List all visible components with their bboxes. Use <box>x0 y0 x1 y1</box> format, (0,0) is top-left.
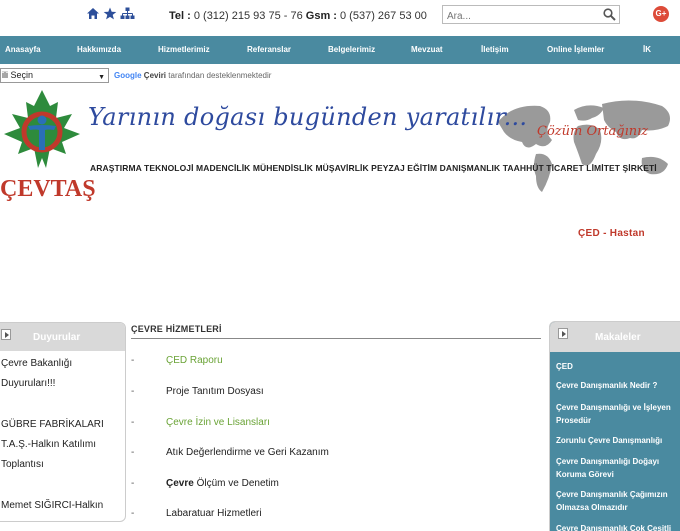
service-link-labaratuar[interactable]: Labaratuar Hizmetleri <box>166 508 262 519</box>
language-select[interactable]: ili Seçin ▼ <box>0 68 109 83</box>
nav-belgelerimiz[interactable]: Belgelerimiz <box>328 45 375 54</box>
main-nav: Anasayfa Hakkımızda Hizmetlerimiz Refera… <box>0 36 680 64</box>
service-link-cevre-izin[interactable]: Çevre İzin ve Lisansları <box>166 417 270 428</box>
nav-mevzuat[interactable]: Mevzuat <box>411 45 443 54</box>
nav-anasayfa[interactable]: Anasayfa <box>5 45 41 54</box>
duyurular-title: Duyurular <box>33 332 81 343</box>
phone-number[interactable]: 0 (312) 215 93 75 - 76 <box>191 10 306 22</box>
phone-label: Tel : <box>169 10 191 22</box>
duyurular-panel: Duyurular Çevre Bakanlığı Duyuruları!!! … <box>0 322 126 522</box>
announcement-item[interactable]: Duyuruları!!! <box>1 378 55 389</box>
slogan: Yarının doğası bugünden yaratılır... <box>88 103 528 131</box>
makaleler-header: Makaleler <box>550 322 680 352</box>
translate-ceviri: Çeviri <box>143 71 167 80</box>
article-link[interactable]: Çevre Danışmanlık Çağımızın Olmazsa Olma… <box>556 488 680 514</box>
star-icon[interactable] <box>103 7 117 20</box>
makaleler-panel: Makaleler ÇED Çevre Danışmanlık Nedir ? … <box>549 321 680 531</box>
google-plus-icon[interactable]: G+ <box>653 6 669 22</box>
search-input[interactable] <box>443 8 593 25</box>
slogan-secondary: Çözüm Ortağınız <box>537 124 649 139</box>
language-select-value: ili Seçin <box>2 70 34 80</box>
cevre-hizmetleri-title: ÇEVRE HİZMETLERİ <box>131 324 222 334</box>
nav-referanslar[interactable]: Referanslar <box>247 45 291 54</box>
nav-hizmetlerimiz[interactable]: Hizmetlerimiz <box>158 45 210 54</box>
sitemap-icon[interactable] <box>120 7 135 20</box>
service-link-olcum[interactable]: Çevre Ölçüm ve Denetim <box>166 478 279 489</box>
article-link[interactable]: Zorunlu Çevre Danışmanlığı <box>556 434 680 447</box>
contact-phones: Tel : 0 (312) 215 93 75 - 76 Gsm : 0 (53… <box>169 10 427 22</box>
service-link-ced-raporu[interactable]: ÇED Raporu <box>166 355 223 366</box>
article-link[interactable]: Çevre Danışmanlık Çok Çeşitli <box>556 522 680 531</box>
dropdown-arrow-icon: ▼ <box>98 74 105 81</box>
panel-arrow-icon[interactable] <box>558 328 568 339</box>
service-link-atik[interactable]: Atık Değerlendirme ve Geri Kazanım <box>166 447 329 458</box>
article-link[interactable]: Çevre Danışmanlık Nedir ? <box>556 379 680 392</box>
google-translate-bar: ili Seçin ▼ Google Çeviri tarafından des… <box>0 68 271 83</box>
announcement-item[interactable]: GÜBRE FABRİKALARI <box>1 419 104 430</box>
announcement-item[interactable]: Memet SIĞIRCI-Halkın <box>1 500 103 511</box>
top-icons <box>86 7 135 20</box>
translate-provided: tarafından desteklenmektedir <box>168 71 272 80</box>
cevtas-logo-icon[interactable] <box>2 88 82 183</box>
makaleler-title: Makaleler <box>595 332 641 343</box>
article-link[interactable]: ÇED <box>556 360 680 373</box>
gsm-label: Gsm : <box>305 10 337 22</box>
service-link-proje-tanitim[interactable]: Proje Tanıtım Dosyası <box>166 386 264 397</box>
nav-ik[interactable]: İK <box>643 45 651 54</box>
nav-hakkimizda[interactable]: Hakkımızda <box>77 45 121 54</box>
title-divider <box>131 338 541 339</box>
panel-arrow-icon[interactable] <box>1 329 11 340</box>
duyurular-header: Duyurular <box>0 323 125 351</box>
top-bar: Tel : 0 (312) 215 93 75 - 76 Gsm : 0 (53… <box>0 0 680 33</box>
company-name: ARAŞTIRMA TEKNOLOJİ MADENCİLİK MÜHENDİSL… <box>90 163 657 173</box>
logo-text: ÇEVTAŞ <box>0 176 96 202</box>
announcement-item[interactable]: Çevre Bakanlığı <box>1 358 72 369</box>
article-link[interactable]: Çevre Danışmanlığı Doğayı Koruma Görevi <box>556 455 680 481</box>
search-icon[interactable] <box>603 8 616 26</box>
search-box <box>442 5 620 26</box>
home-icon[interactable] <box>86 7 100 20</box>
news-ticker[interactable]: ÇED - Hastan <box>578 228 645 239</box>
nav-online-islemler[interactable]: Online İşlemler <box>547 45 604 54</box>
nav-iletisim[interactable]: İletişim <box>481 45 509 54</box>
translate-credit: Google Çeviri tarafından desteklenmekted… <box>114 71 271 80</box>
gsm-number[interactable]: 0 (537) 267 53 00 <box>337 10 427 22</box>
article-link[interactable]: Çevre Danışmanlığı ve İşleyen Prosedür <box>556 401 680 427</box>
announcement-item[interactable]: T.A.Ş.-Halkın Katılımı <box>1 439 96 450</box>
announcement-item[interactable]: Toplantısı <box>1 459 44 470</box>
google-logo[interactable]: Google <box>114 71 142 80</box>
